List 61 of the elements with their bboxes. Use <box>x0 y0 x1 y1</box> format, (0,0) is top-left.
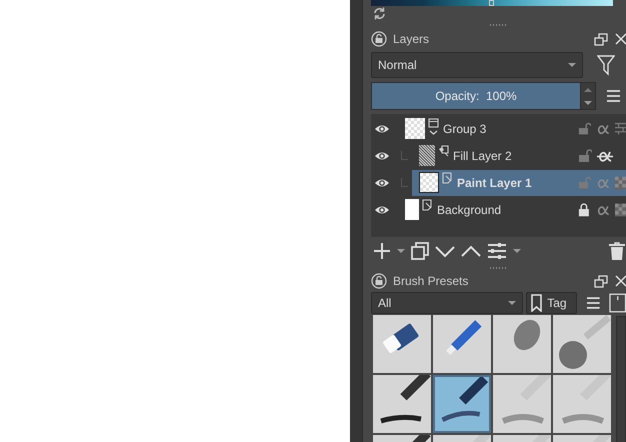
dock-title: Layers <box>393 32 430 46</box>
layer-row[interactable]: Paint Layer 1 <box>412 170 626 196</box>
brush-preset-thumbnail[interactable] <box>553 375 611 433</box>
blend-mode-dropdown[interactable]: Normal <box>371 52 583 78</box>
layer-name: Background <box>437 202 502 216</box>
layer-thumbnail <box>419 145 435 166</box>
brush-preset-thumbnail[interactable] <box>493 315 551 373</box>
layer-thumbnail <box>405 199 419 220</box>
unlock-icon[interactable] <box>578 148 592 163</box>
view-mode-icon[interactable] <box>608 293 626 313</box>
opacity-slider[interactable]: Opacity: 100% <box>371 82 581 110</box>
dock-title: Brush Presets <box>393 274 468 288</box>
unlock-icon[interactable] <box>578 121 591 136</box>
checker-icon[interactable] <box>615 202 626 216</box>
brick-icon[interactable] <box>615 122 626 136</box>
splitter-handle[interactable] <box>490 267 508 269</box>
layer-row[interactable]: Fill Layer 2 <box>412 142 626 168</box>
menu-icon[interactable] <box>586 295 601 311</box>
properties-icon[interactable] <box>487 242 507 260</box>
refresh-icon[interactable] <box>372 6 387 21</box>
lock-icon[interactable] <box>578 202 591 217</box>
scrollbar[interactable] <box>616 316 626 442</box>
duplicate-icon[interactable] <box>411 242 429 260</box>
color-gradient-strip[interactable] <box>371 0 613 6</box>
filter-icon[interactable] <box>597 54 615 76</box>
layer-row[interactable]: Group 3 <box>398 116 626 142</box>
float-icon[interactable] <box>594 32 608 46</box>
layer-name: Group 3 <box>443 122 486 136</box>
layer-name: Paint Layer 1 <box>457 176 532 190</box>
move-up-icon[interactable] <box>461 243 481 259</box>
down-caret-icon <box>584 100 592 104</box>
brush-preset-thumbnail[interactable] <box>433 375 491 433</box>
brush-preset-thumbnail[interactable] <box>373 315 431 373</box>
up-caret-icon <box>584 88 592 92</box>
add-icon[interactable] <box>373 242 391 260</box>
brush-preset-thumbnail[interactable] <box>553 315 611 373</box>
lock-icon[interactable] <box>371 273 387 289</box>
caret-icon <box>508 301 516 305</box>
layer-thumbnail <box>419 172 439 193</box>
tag-button[interactable]: Tag <box>526 292 578 314</box>
tag-filter-dropdown[interactable]: All <box>371 292 524 314</box>
brush-preset-thumbnail[interactable] <box>433 315 491 373</box>
caret-icon <box>568 63 576 67</box>
splitter-handle[interactable] <box>490 24 508 26</box>
delete-icon[interactable] <box>608 242 626 260</box>
layer-name: Fill Layer 2 <box>453 148 512 162</box>
caret-icon[interactable] <box>513 249 521 253</box>
lock-icon[interactable] <box>371 31 387 47</box>
menu-icon[interactable] <box>606 88 621 104</box>
layer-row[interactable]: Background <box>398 196 626 222</box>
bookmark-icon <box>530 294 544 312</box>
layer-thumbnail <box>405 118 425 139</box>
brush-preset-thumbnail[interactable] <box>373 375 431 433</box>
close-icon[interactable] <box>614 274 626 288</box>
caret-icon[interactable] <box>397 249 405 253</box>
brush-preset-thumbnail[interactable] <box>493 375 551 433</box>
float-icon[interactable] <box>594 274 608 288</box>
opacity-label: Opacity: 100% <box>435 89 517 103</box>
close-icon[interactable] <box>614 32 626 46</box>
checker-icon[interactable] <box>615 176 626 190</box>
spin-buttons[interactable] <box>581 82 596 110</box>
